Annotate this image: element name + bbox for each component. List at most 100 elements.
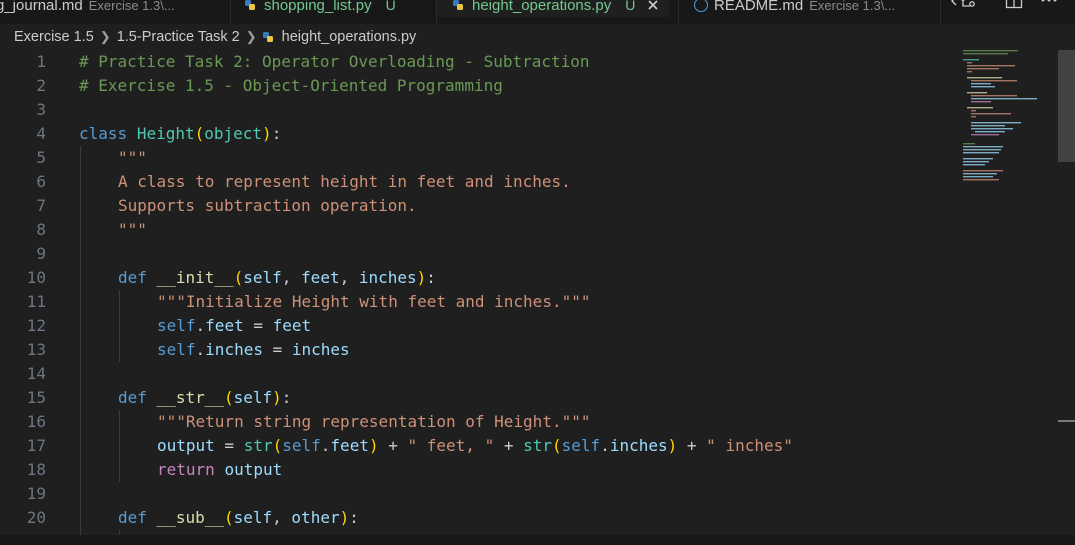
docstring: """ — [118, 148, 147, 167]
chevron-right-icon: ❯ — [245, 29, 257, 44]
line-number: 15 — [26, 388, 46, 407]
code-line: 17 output = str(self.feet) + " feet, " + … — [0, 434, 1058, 458]
code-line: 6 A class to represent height in feet and… — [0, 170, 1058, 194]
line-number: 13 — [26, 340, 46, 359]
base-class: object — [204, 124, 263, 143]
tab-height-operations[interactable]: height_operations.py U — [437, 0, 670, 17]
code-line: 7 Supports subtraction operation. — [0, 194, 1058, 218]
code-line: 13 self.inches = inches — [0, 338, 1058, 362]
parameter: self — [233, 508, 273, 527]
builtin: str — [523, 436, 553, 455]
parameter: feet — [301, 268, 340, 287]
python-file-icon — [245, 0, 255, 10]
line-number: 4 — [36, 124, 46, 143]
keyword: return — [157, 460, 215, 479]
docstring: """Return string representation of Heigh… — [157, 412, 591, 431]
variable: output — [224, 460, 283, 479]
code-line: 9 — [0, 242, 1058, 266]
tab-divider — [230, 0, 231, 24]
minimap[interactable] — [955, 50, 1050, 200]
breadcrumb-folder[interactable]: 1.5-Practice Task 2 — [117, 29, 240, 45]
keyword: class — [79, 124, 128, 143]
docstring: """ — [118, 220, 147, 239]
self-ref: self — [157, 316, 196, 335]
line-number: 5 — [36, 148, 46, 167]
attribute: feet — [205, 316, 244, 335]
untracked-badge: U — [625, 0, 636, 13]
code-line: 2 # Exercise 1.5 - Object-Oriented Progra… — [0, 74, 1058, 98]
comment: # Practice Task 2: Operator Overloading … — [79, 52, 590, 71]
code-line: 3 — [0, 98, 1058, 122]
line-number: 12 — [26, 316, 46, 335]
line-number: 11 — [26, 292, 46, 311]
code-line: 14 — [0, 362, 1058, 386]
code-line: 4 class Height(object): — [0, 122, 1058, 146]
code-line: 10 def __init__(self, feet, inches): — [0, 266, 1058, 290]
string: " inches" — [706, 436, 793, 455]
keyword: def — [118, 268, 147, 287]
parameter: other — [291, 508, 340, 527]
code-line: 5 """ — [0, 146, 1058, 170]
line-number: 2 — [36, 76, 46, 95]
line-number: 7 — [36, 196, 46, 215]
code-line: 18 return output — [0, 458, 1058, 482]
code-line: 16 """Return string representation of Hei… — [0, 410, 1058, 434]
tab-learning-journal[interactable]: g_journal.md Exercise 1.3\... — [0, 0, 175, 17]
string: " feet, " — [407, 436, 495, 455]
line-number: 14 — [26, 364, 46, 383]
tab-label: height_operations.py — [472, 0, 612, 14]
close-icon[interactable] — [647, 0, 659, 11]
attribute: inches — [609, 436, 668, 455]
attribute: feet — [330, 436, 369, 455]
python-file-icon — [262, 32, 273, 42]
class-name: Height — [136, 124, 195, 143]
docstring: """Initialize Height with feet and inche… — [157, 292, 591, 311]
compare-changes-icon[interactable] — [950, 0, 980, 10]
self-ref: self — [157, 340, 196, 359]
function-name: __init__ — [156, 268, 234, 287]
parameter: self — [233, 388, 273, 407]
parameter: self — [243, 268, 282, 287]
tab-label: g_journal.md — [0, 0, 83, 14]
function-name: __str__ — [156, 388, 224, 407]
parameter: inches — [358, 268, 417, 287]
code-line: 15 def __str__(self): — [0, 386, 1058, 410]
more-actions-icon[interactable] — [1040, 0, 1058, 5]
code-editor[interactable]: 1 # Practice Task 2: Operator Overloading… — [0, 50, 1058, 535]
line-number: 19 — [26, 484, 46, 503]
tab-divider — [940, 0, 941, 24]
line-number: 8 — [36, 220, 46, 239]
chevron-right-icon: ❯ — [99, 29, 111, 44]
breadcrumb-file[interactable]: height_operations.py — [282, 29, 417, 45]
line-number: 9 — [36, 244, 46, 263]
variable: inches — [291, 340, 350, 359]
tab-label: README.md — [714, 0, 804, 14]
line-number: 6 — [36, 172, 46, 191]
keyword: def — [118, 388, 147, 407]
line-number: 18 — [26, 460, 46, 479]
untracked-badge: U — [385, 0, 396, 13]
code-line: 12 self.feet = feet — [0, 314, 1058, 338]
builtin: str — [243, 436, 273, 455]
tab-shopping-list[interactable]: shopping_list.py U — [245, 0, 396, 17]
attribute: inches — [205, 340, 263, 359]
docstring: Supports subtraction operation. — [118, 196, 417, 215]
comment: # Exercise 1.5 - Object-Oriented Program… — [79, 76, 503, 95]
line-number: 16 — [26, 412, 46, 431]
breadcrumb-folder[interactable]: Exercise 1.5 — [14, 29, 94, 45]
self-ref: self — [282, 436, 321, 455]
tab-divider — [678, 0, 679, 24]
scrollbar-thumb[interactable] — [1058, 50, 1075, 162]
self-ref: self — [561, 436, 601, 455]
panel-edge — [0, 535, 1075, 545]
function-name: __sub__ — [156, 508, 224, 527]
tab-readme[interactable]: README.md Exercise 1.3\... — [694, 0, 895, 17]
tab-bar: g_journal.md Exercise 1.3\... shopping_l… — [0, 0, 1075, 24]
python-file-icon — [453, 0, 463, 10]
docstring: A class to represent height in feet and … — [118, 172, 571, 191]
variable: output — [157, 436, 215, 455]
code-line: 8 """ — [0, 218, 1058, 242]
line-number: 17 — [26, 436, 46, 455]
split-editor-icon[interactable] — [1005, 0, 1023, 10]
variable: feet — [272, 316, 312, 335]
